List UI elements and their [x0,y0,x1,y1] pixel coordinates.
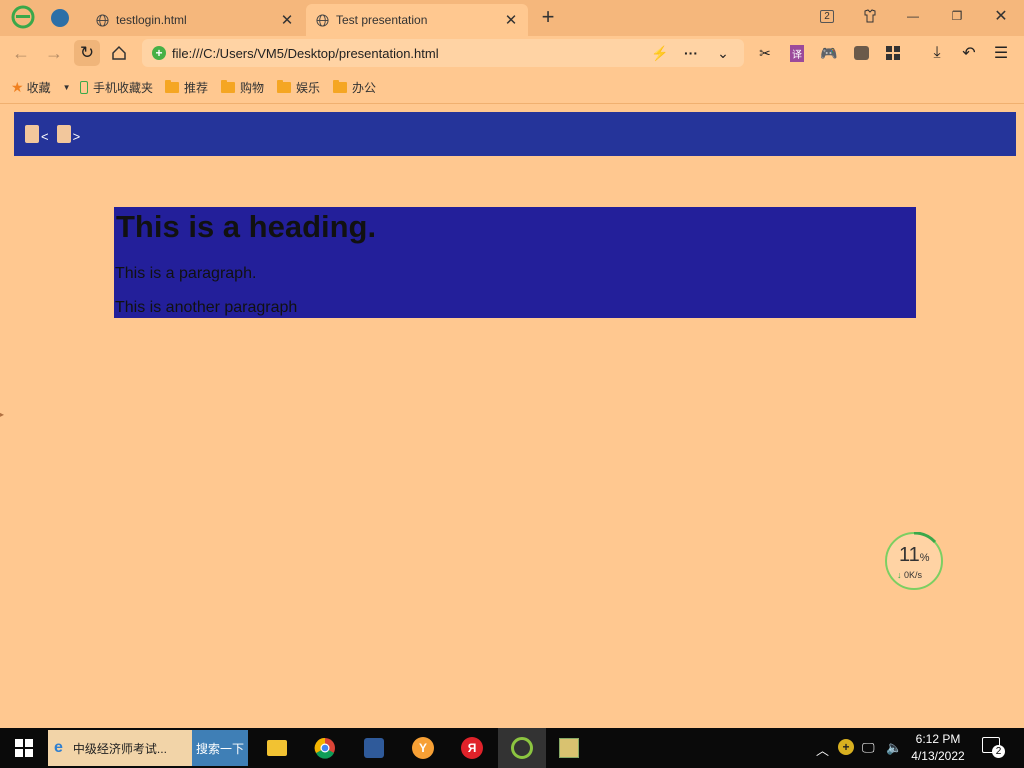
chevron-down-icon[interactable]: ⌄ [712,42,734,64]
folder-icon [277,80,291,93]
speed-percent: 11% [899,544,930,566]
menu-icon[interactable]: ☰ [990,42,1012,64]
chrome-icon[interactable] [306,728,344,768]
bookmark-entertainment[interactable]: 娱乐 [277,79,320,96]
bookmark-mobile[interactable]: 手机收藏夹 [80,79,153,96]
minimize-button[interactable]: — [898,4,928,28]
folder-icon [165,80,179,93]
bookmarks-bar: ★ 收藏 ▼ 手机收藏夹 推荐 购物 娱乐 办公 [0,70,1024,104]
cat-icon[interactable] [850,42,872,64]
close-icon[interactable]: ✕ [504,12,518,29]
prev-slide-button[interactable]: < [25,125,49,143]
tab-label: testlogin.html [116,13,187,27]
sidebar-grip[interactable]: ▸ [0,410,4,420]
lightning-icon[interactable]: ⚡ [649,42,671,64]
tab-testlogin[interactable]: testlogin.html ✕ [86,4,304,36]
tab-count-badge: 2 [820,9,834,23]
back-button[interactable]: ← [8,40,34,66]
gamepad-icon[interactable]: 🎮 [818,42,840,64]
next-slide-button[interactable]: > [56,125,81,144]
secure-plus-icon: + [152,46,166,60]
download-icon[interactable]: ⤓ [926,42,948,64]
ie-icon: e [54,739,63,756]
scissors-icon[interactable]: ✂ [754,42,776,64]
broken-image-icon [25,125,39,143]
translate-icon[interactable]: 译 [786,42,808,64]
yandex-browser-icon[interactable]: Y [404,728,442,768]
volume-icon[interactable]: 🔈 [886,740,902,756]
folder-icon [221,80,235,93]
bookmark-label: 手机收藏夹 [93,81,154,95]
chevron-up-icon[interactable]: ︿ [816,740,829,759]
undo-icon[interactable]: ↶ [958,42,980,64]
notepad-app-icon[interactable] [550,728,588,768]
close-icon[interactable]: ✕ [280,12,294,29]
folder-icon [333,80,347,93]
broken-image-icon [56,125,71,143]
slide-heading: This is a heading. [116,209,377,244]
taskbar-search-input[interactable]: e 中级经济师考试... [48,730,193,766]
bookmark-favorites[interactable]: ★ 收藏 ▼ [11,79,71,96]
tab-bar: testlogin.html ✕ Test presentation ✕ + 2… [0,0,1024,36]
bookmark-shopping[interactable]: 购物 [221,79,264,96]
tab-count-button[interactable]: 2 [812,4,842,28]
slide-paragraph-2: This is another paragraph [115,299,298,316]
address-toolbar: ← → ↻ + file:///C:/Users/VM5/Desktop/pre… [0,36,1024,70]
notification-badge: 2 [992,745,1005,758]
windows-start-icon[interactable] [0,728,48,768]
telegram-icon[interactable] [51,9,69,27]
tray-plus-icon[interactable]: + [838,739,854,755]
tab-label: Test presentation [336,13,428,27]
bookmark-recommend[interactable]: 推荐 [165,79,208,96]
app-bird-icon[interactable] [355,728,393,768]
address-url: file:///C:/Users/VM5/Desktop/presentatio… [172,45,439,61]
presentation-nav-bar: < > [14,112,1016,156]
clock-time: 6:12 PM [915,732,961,746]
home-button[interactable] [106,40,132,66]
forward-button[interactable]: → [41,40,67,66]
bookmark-label: 收藏 [26,81,51,95]
more-icon[interactable]: ··· [680,42,702,64]
next-label: > [72,129,81,144]
restore-button[interactable]: ❐ [942,4,972,28]
bookmark-label: 购物 [240,81,265,95]
network-icon[interactable]: 🖵 [862,740,875,756]
reload-button[interactable]: ↻ [74,40,100,66]
bookmark-office[interactable]: 办公 [333,79,376,96]
globe-icon [316,13,329,27]
bookmark-label: 娱乐 [296,81,321,95]
globe-icon [96,13,109,27]
arrow-down-icon: ↓ [897,570,902,580]
bookmark-label: 推荐 [184,81,209,95]
search-button[interactable]: 搜索一下 [192,730,248,766]
browser-logo-icon[interactable] [11,5,35,29]
close-window-button[interactable]: ✕ [986,4,1016,28]
chevron-down-icon[interactable]: ▼ [63,83,71,92]
search-text: 中级经济师考试... [72,741,167,756]
slide: This is a heading. This is a paragraph. … [114,207,916,318]
slide-paragraph-1: This is a paragraph. [115,265,257,282]
system-clock[interactable]: 6:12 PM 4/13/2022 [905,731,971,765]
speed-value: ↓ 0K/s [897,570,923,580]
skin-icon[interactable] [855,4,885,28]
yandex-icon[interactable]: Я [453,728,491,768]
current-browser-taskbar-icon[interactable] [498,728,546,768]
star-icon: ★ [11,79,24,95]
clock-date: 4/13/2022 [911,749,965,763]
file-explorer-icon[interactable] [258,728,296,768]
apps-grid-icon[interactable] [882,42,904,64]
prev-label: < [41,129,49,144]
new-tab-button[interactable]: + [538,6,558,28]
notification-center-icon[interactable]: 2 [982,737,1005,758]
taskbar: e 中级经济师考试... 搜索一下 Y Я ︿ + 🖵 🔈 6:12 PM 4/… [0,728,1024,768]
tab-test-presentation[interactable]: Test presentation ✕ [306,4,528,36]
bookmark-label: 办公 [352,81,377,95]
network-speed-widget[interactable]: 11% ↓ 0K/s [885,532,943,590]
phone-icon [80,81,88,94]
